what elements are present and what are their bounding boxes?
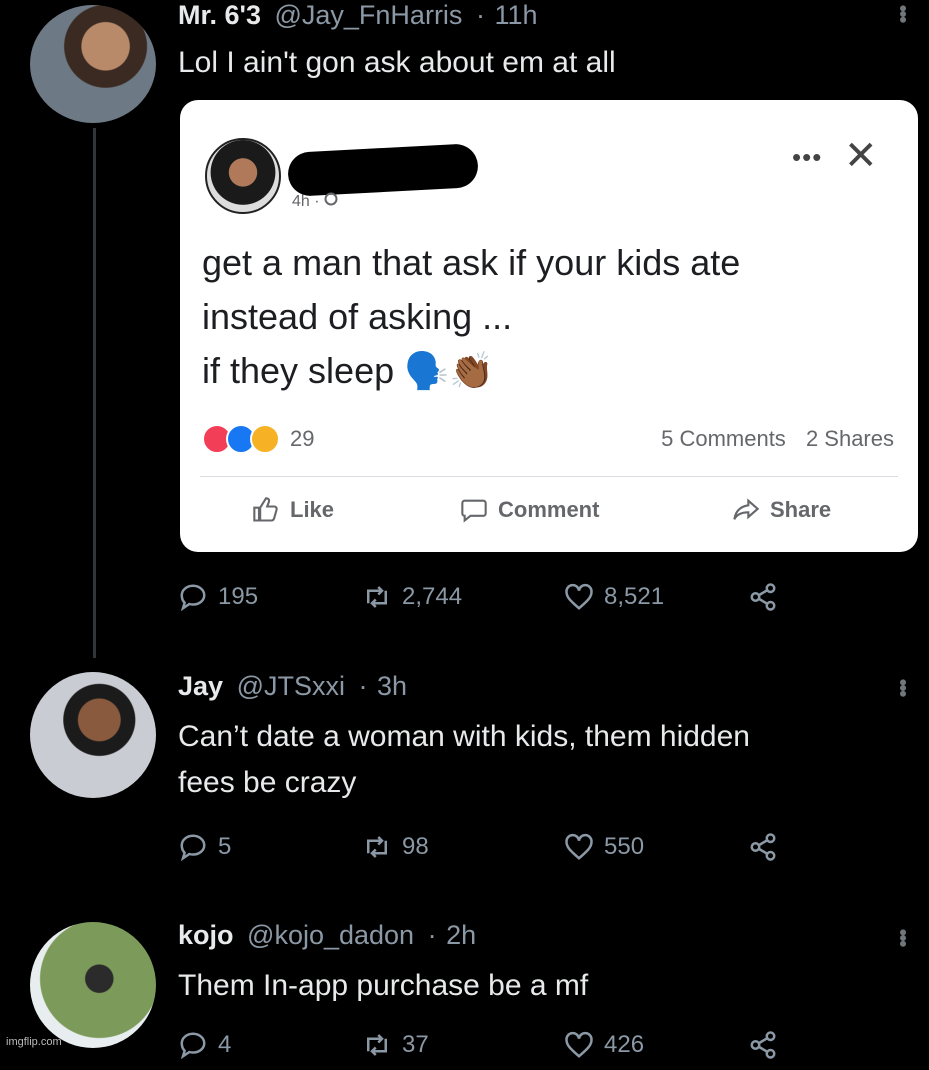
reply-count: 4 xyxy=(218,1031,232,1058)
reply-count: 5 xyxy=(218,833,232,860)
reply-icon xyxy=(180,584,206,612)
tweet-text: Lol I ain't gon ask about em at all xyxy=(178,46,616,79)
share-icon xyxy=(750,1031,776,1059)
tweet-actions: 195 2,744 8,521 xyxy=(178,582,818,622)
reply-button[interactable]: 4 xyxy=(178,1030,231,1060)
reaction-summary[interactable]: 29 xyxy=(202,424,314,454)
tweet-text: Them In-app purchase be a mf xyxy=(178,969,589,1002)
post-line: if they sleep 🗣️👏🏾 xyxy=(202,350,494,391)
handle[interactable]: @kojo_dadon xyxy=(247,920,414,950)
share-button[interactable] xyxy=(748,582,778,612)
reply-count: 195 xyxy=(218,583,259,610)
post-text: get a man that ask if your kids ate inst… xyxy=(202,236,740,398)
retweet-icon xyxy=(367,836,387,858)
tweet-actions: 5 98 550 xyxy=(178,832,818,872)
share-label: Share xyxy=(770,497,832,522)
share-icon xyxy=(750,583,776,611)
heart-icon xyxy=(565,833,593,860)
display-name[interactable]: Jay xyxy=(178,671,223,701)
retweet-button[interactable]: 98 xyxy=(362,832,429,862)
avatar[interactable] xyxy=(30,922,156,1048)
more-icon[interactable]: ••• xyxy=(890,4,916,21)
like-count: 426 xyxy=(604,1031,645,1058)
share-arrow-icon xyxy=(733,498,760,520)
like-label: Like xyxy=(290,497,335,522)
share-button[interactable] xyxy=(748,1030,778,1060)
retweet-button[interactable]: 2,744 xyxy=(362,582,462,612)
post-author-avatar xyxy=(205,138,281,214)
post-line: get a man that ask if your kids ate xyxy=(202,242,741,283)
tweet-header: Mr. 6'3 @Jay_FnHarris · 11h xyxy=(178,0,538,31)
timestamp[interactable]: 11h xyxy=(494,0,537,30)
post-timestamp: 4h · xyxy=(292,192,338,211)
reply-button[interactable]: 195 xyxy=(178,582,258,612)
like-count: 8,521 xyxy=(604,583,665,610)
post-options-icon[interactable]: ••• xyxy=(792,142,822,173)
handle[interactable]: @Jay_FnHarris xyxy=(274,0,462,30)
tweet-header: kojo @kojo_dadon · 2h xyxy=(178,920,476,951)
retweet-icon xyxy=(367,586,387,608)
retweet-count: 37 xyxy=(402,1031,429,1058)
post-line: instead of asking ... xyxy=(202,296,513,337)
retweet-count: 2,744 xyxy=(402,583,463,610)
tweet-text-line: fees be crazy xyxy=(178,766,357,799)
thread-connector-line xyxy=(93,128,96,658)
share-icon xyxy=(750,833,776,861)
embedded-post-card[interactable]: 4h · ••• ✕ get a man that ask if your ki… xyxy=(180,100,918,552)
timestamp[interactable]: 3h xyxy=(377,671,407,701)
watermark: imgflip.com xyxy=(6,1036,62,1048)
reaction-count: 29 xyxy=(290,426,315,451)
display-name[interactable]: kojo xyxy=(178,920,234,950)
haha-reaction-icon xyxy=(250,424,280,454)
post-time-text: 4h · xyxy=(292,193,325,210)
like-button[interactable]: Like xyxy=(252,496,334,524)
engagement-counts: 5 Comments 2 Shares xyxy=(661,426,894,452)
tweet-actions: 4 37 426 xyxy=(178,1030,818,1070)
separator-dot: · xyxy=(358,671,368,701)
heart-icon xyxy=(565,1031,593,1058)
handle[interactable]: @JTSxxi xyxy=(237,671,345,701)
more-icon[interactable]: ••• xyxy=(890,678,916,695)
heart-icon xyxy=(565,583,593,610)
avatar[interactable] xyxy=(30,672,156,798)
retweet-icon xyxy=(367,1034,387,1056)
separator-dot: · xyxy=(427,920,437,950)
share-count[interactable]: 2 Shares xyxy=(806,426,894,451)
thumbs-up-icon xyxy=(253,497,278,522)
divider xyxy=(200,476,898,477)
separator-dot: · xyxy=(475,0,485,30)
retweet-count: 98 xyxy=(402,833,429,860)
avatar[interactable] xyxy=(30,5,156,123)
comment-count[interactable]: 5 Comments xyxy=(661,426,786,451)
comment-button[interactable]: Comment xyxy=(460,496,599,524)
display-name[interactable]: Mr. 6'3 xyxy=(178,0,261,30)
retweet-button[interactable]: 37 xyxy=(362,1030,429,1060)
share-button[interactable]: Share xyxy=(732,496,831,524)
reply-icon xyxy=(180,834,206,862)
like-button[interactable]: 8,521 xyxy=(564,582,664,612)
globe-icon xyxy=(324,192,338,206)
like-count: 550 xyxy=(604,833,645,860)
more-icon[interactable]: ••• xyxy=(890,928,916,945)
tweet-text: Can’t date a woman with kids, them hidde… xyxy=(178,714,750,806)
comment-label: Comment xyxy=(498,497,600,522)
reply-icon xyxy=(180,1032,206,1060)
timestamp[interactable]: 2h xyxy=(446,920,476,950)
like-button[interactable]: 426 xyxy=(564,1030,644,1060)
like-button[interactable]: 550 xyxy=(564,832,644,862)
close-icon[interactable]: ✕ xyxy=(844,136,878,176)
reply-button[interactable]: 5 xyxy=(178,832,231,862)
tweet-header: Jay @JTSxxi · 3h xyxy=(178,671,407,702)
redacted-name xyxy=(286,143,480,197)
tweet-text-line: Can’t date a woman with kids, them hidde… xyxy=(178,720,750,753)
comment-icon xyxy=(461,499,487,523)
share-button[interactable] xyxy=(748,832,778,862)
